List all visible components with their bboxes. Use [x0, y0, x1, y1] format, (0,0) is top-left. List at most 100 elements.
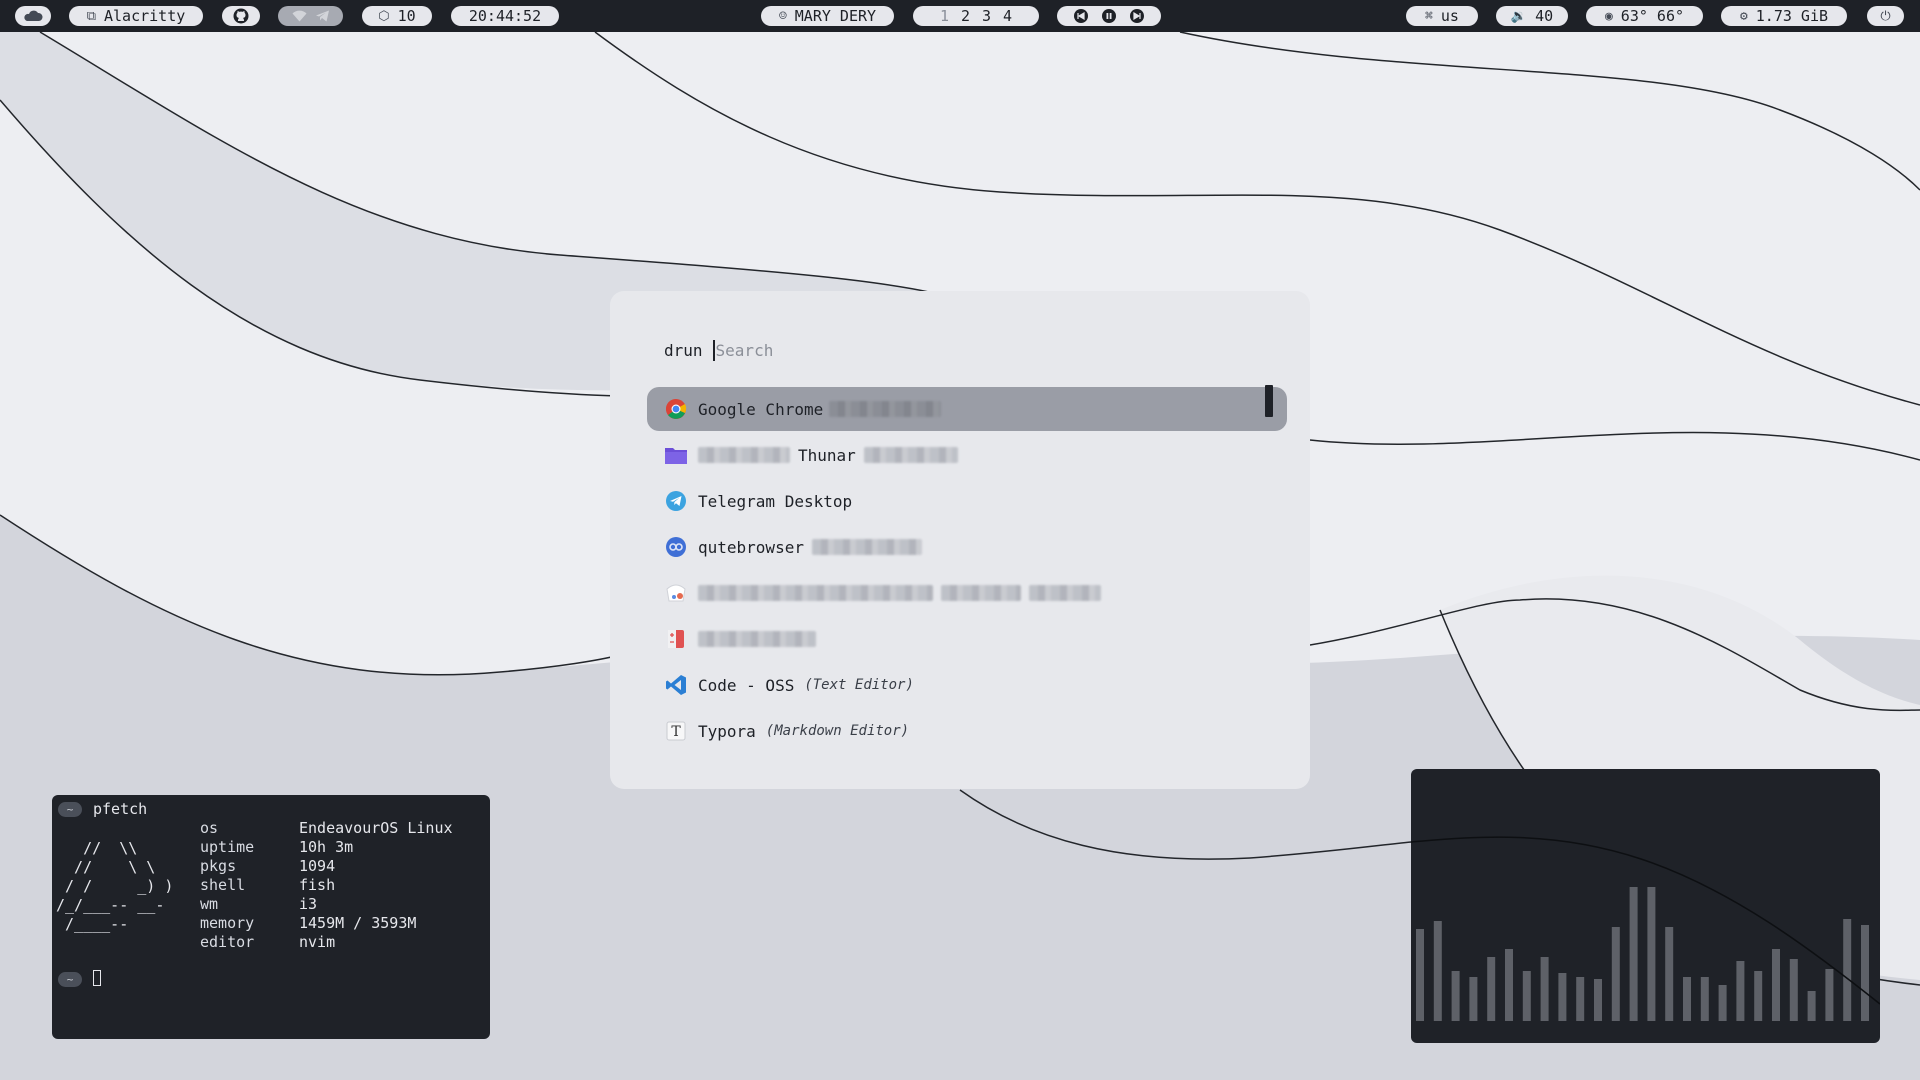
github-button[interactable]: [222, 6, 260, 26]
info-value: 1459M / 3593M: [299, 914, 417, 932]
wallpaper-line: [1411, 836, 1880, 1005]
qutebrowser-icon: [664, 535, 688, 559]
visualizer-bar: [1433, 921, 1442, 1021]
network-pill[interactable]: [278, 6, 343, 26]
visualizer-bar: [1505, 949, 1513, 1021]
keyboard-icon: ⌘: [1425, 8, 1433, 24]
redacted-text: [698, 585, 933, 601]
keyboard-layout-pill[interactable]: ⌘ us: [1406, 6, 1478, 26]
result-name: Code - OSS: [698, 675, 795, 695]
user-icon: ☺: [778, 8, 787, 24]
visualizer-bar: [1700, 977, 1709, 1021]
top-bar: ⧉ Alacritty ⬡ 10 20:44:52 ☺ MARY DERY 1 …: [0, 0, 1920, 32]
results-list: Google Chrome Thunar Telegram Desktop qu…: [647, 387, 1287, 755]
workspace-4[interactable]: 4: [997, 7, 1018, 25]
info-key: shell: [200, 876, 246, 894]
visualizer-bar: [1469, 977, 1478, 1021]
visualizer-bar: [1789, 959, 1798, 1021]
notes-icon: [664, 627, 688, 651]
result-thunar[interactable]: Thunar: [647, 433, 1287, 477]
info-row: pkgs 1094: [200, 857, 453, 876]
pfetch-info: os EndeavourOS Linux uptime 10h 3m pkgs 109…: [200, 819, 453, 952]
text-cursor: [712, 339, 715, 361]
redacted-text: [863, 447, 958, 463]
workspace-1[interactable]: 1: [934, 7, 955, 25]
visualizer-bar: [1576, 977, 1585, 1021]
volume-pill[interactable]: 🔉 40: [1496, 6, 1568, 26]
info-value: 1094: [299, 857, 336, 875]
info-row: editor nvim: [200, 933, 453, 952]
result-name: Telegram Desktop: [698, 491, 853, 511]
user-pill[interactable]: ☺ MARY DERY: [761, 6, 894, 26]
svg-text:T: T: [671, 724, 681, 740]
user-name: MARY DERY: [794, 7, 877, 25]
info-row: uptime 10h 3m: [200, 838, 453, 857]
result-typora[interactable]: T Typora (Markdown Editor): [647, 709, 1287, 753]
temperature-pill[interactable]: ◉ 63° 66°: [1586, 6, 1703, 26]
volume-level: 40: [1535, 7, 1554, 25]
visualizer-bar: [1451, 971, 1460, 1021]
launcher-mode-label: drun: [664, 340, 703, 360]
thermometer-icon: ◉: [1604, 8, 1613, 24]
visualizer-bar: [1487, 957, 1496, 1021]
vscode-icon: [664, 673, 688, 697]
terminal-command: pfetch: [93, 800, 148, 818]
visualizer-bar: [1718, 985, 1727, 1021]
previous-track-icon[interactable]: [1074, 9, 1088, 23]
results-scrollbar[interactable]: [1265, 385, 1273, 417]
active-window-pill[interactable]: ⧉ Alacritty: [69, 6, 203, 26]
visualizer-bars: [1411, 836, 1880, 1021]
prompt-badge: ~: [58, 802, 82, 817]
package-updates-pill[interactable]: ⬡ 10: [362, 6, 432, 26]
keyboard-layout: us: [1440, 7, 1459, 25]
result-qutebrowser[interactable]: qutebrowser: [647, 525, 1287, 569]
pause-icon[interactable]: [1102, 9, 1116, 23]
memory-pill[interactable]: ⚙ 1.73 GiB: [1721, 6, 1847, 26]
visualizer-bar: [1594, 979, 1602, 1021]
prompt-badge: ~: [58, 972, 82, 987]
result-telegram[interactable]: Telegram Desktop: [647, 479, 1287, 523]
arch-menu-button[interactable]: [15, 6, 51, 26]
result-name: Google Chrome: [698, 399, 824, 419]
info-value: EndeavourOS Linux: [299, 819, 453, 837]
visualizer-bar: [1629, 887, 1638, 1021]
result-google-chrome[interactable]: Google Chrome: [647, 387, 1287, 431]
info-key: uptime: [200, 838, 255, 856]
result-name: Thunar: [798, 445, 856, 465]
result-subtitle: (Markdown Editor): [765, 723, 910, 739]
redacted-text: [829, 401, 942, 417]
endeavouros-ascii-logo: // \\ // \ \ / / _) ) /_/___-- __- /____…: [56, 839, 174, 933]
active-window-title: Alacritty: [104, 7, 186, 25]
result-subtitle: (Text Editor): [804, 677, 914, 693]
info-key: wm: [200, 895, 219, 913]
clock-time: 20:44:52: [468, 7, 542, 25]
workspace-3[interactable]: 3: [976, 7, 997, 25]
package-updates-count: 10: [397, 7, 416, 25]
launcher-prompt: drun: [664, 339, 1016, 361]
visualizer-bar: [1825, 969, 1834, 1021]
result-redacted-app[interactable]: [647, 571, 1287, 615]
typora-icon: T: [664, 719, 688, 743]
workspace-2[interactable]: 2: [955, 7, 976, 25]
visualizer-bar: [1807, 991, 1816, 1021]
info-value: 10h 3m: [299, 838, 354, 856]
info-value: nvim: [299, 933, 336, 951]
temperature-value: 63° 66°: [1620, 7, 1685, 25]
redacted-text: [811, 539, 922, 555]
telegram-icon: [664, 489, 688, 513]
next-track-icon[interactable]: [1130, 9, 1144, 23]
redacted-text: [941, 585, 1021, 601]
clock-pill[interactable]: 20:44:52: [451, 6, 559, 26]
result-code-oss[interactable]: Code - OSS (Text Editor): [647, 663, 1287, 707]
app-launcher: drun Google Chrome Thunar Telegram Deskt…: [610, 291, 1310, 789]
telegram-status-icon: [315, 10, 329, 22]
terminal-cursor: [93, 970, 101, 986]
info-key: memory: [200, 914, 255, 932]
power-button[interactable]: ⏻: [1867, 6, 1904, 26]
info-value: fish: [299, 876, 336, 894]
terminal-window[interactable]: ~ pfetch // \\ // \ \ / / _) ) /_/___-- …: [52, 795, 490, 1039]
search-input[interactable]: [715, 340, 1016, 360]
github-icon: [233, 8, 249, 24]
info-row: os EndeavourOS Linux: [200, 819, 453, 838]
result-redacted-notes[interactable]: [647, 617, 1287, 661]
